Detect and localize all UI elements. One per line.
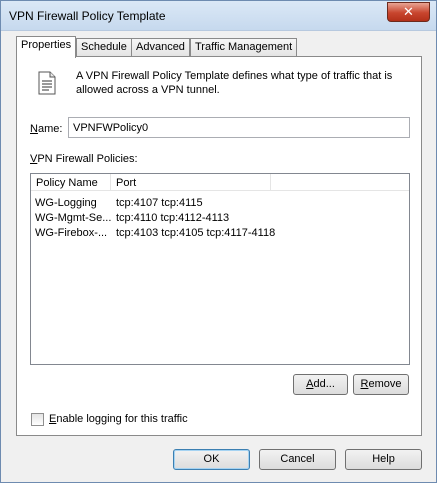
policies-label: VPN Firewall Policies:	[30, 153, 138, 165]
enable-logging-label[interactable]: Enable logging for this traffic	[49, 413, 188, 425]
tab-label: Traffic Management	[195, 41, 293, 53]
policy-name-cell: WG-Logging	[35, 197, 97, 209]
policies-list[interactable]: Policy Name Port WG-Logging tcp:4107 tcp…	[30, 173, 410, 365]
tab-label: Properties	[21, 39, 72, 51]
dialog-window: VPN Firewall Policy Template ✕ Propertie…	[0, 0, 437, 483]
add-button[interactable]: Add...	[293, 374, 348, 395]
name-label-text: ame:	[37, 123, 63, 135]
policy-name-cell: WG-Firebox-...	[35, 227, 108, 239]
ok-button[interactable]: OK	[173, 449, 250, 470]
list-header: Policy Name Port	[31, 174, 409, 191]
logging-label-text: nable logging for this traffic	[56, 413, 188, 425]
column-header-port[interactable]: Port	[111, 174, 271, 191]
column-header-label: Port	[116, 177, 137, 189]
tab-label: Schedule	[81, 41, 127, 53]
name-label-accesskey: N	[30, 123, 38, 135]
tab-label: Advanced	[136, 41, 185, 53]
tab-advanced[interactable]: Advanced	[131, 38, 190, 57]
remove-button[interactable]: Remove	[353, 374, 409, 395]
close-button[interactable]: ✕	[387, 2, 430, 22]
name-input[interactable]	[68, 117, 410, 138]
port-cell: tcp:4107 tcp:4115	[116, 197, 203, 209]
help-button[interactable]: Help	[345, 449, 422, 470]
column-header-label: Policy Name	[36, 177, 98, 189]
document-icon	[38, 71, 56, 95]
window-title: VPN Firewall Policy Template	[9, 9, 166, 23]
policies-label-text: PN Firewall Policies:	[37, 153, 138, 165]
port-cell: tcp:4110 tcp:4112-4113	[116, 212, 230, 224]
policy-name-cell: WG-Mgmt-Se...	[35, 212, 111, 224]
remove-label: emove	[368, 378, 402, 390]
name-label: Name:	[30, 123, 62, 135]
tab-properties[interactable]: Properties	[16, 36, 77, 58]
add-label: dd...	[313, 378, 335, 390]
enable-logging-checkbox[interactable]	[31, 413, 44, 426]
cancel-button[interactable]: Cancel	[259, 449, 336, 470]
close-icon: ✕	[403, 4, 414, 19]
title-bar: VPN Firewall Policy Template ✕	[1, 1, 436, 31]
tab-traffic-management[interactable]: Traffic Management	[190, 38, 298, 57]
template-description: A VPN Firewall Policy Template defines w…	[76, 70, 393, 96]
column-header-policy-name[interactable]: Policy Name	[31, 174, 111, 191]
port-cell: tcp:4103 tcp:4105 tcp:4117-4118	[116, 227, 276, 239]
tab-schedule[interactable]: Schedule	[76, 38, 132, 57]
table-row[interactable]: WG-Firebox-... tcp:4103 tcp:4105 tcp:411…	[31, 225, 409, 242]
